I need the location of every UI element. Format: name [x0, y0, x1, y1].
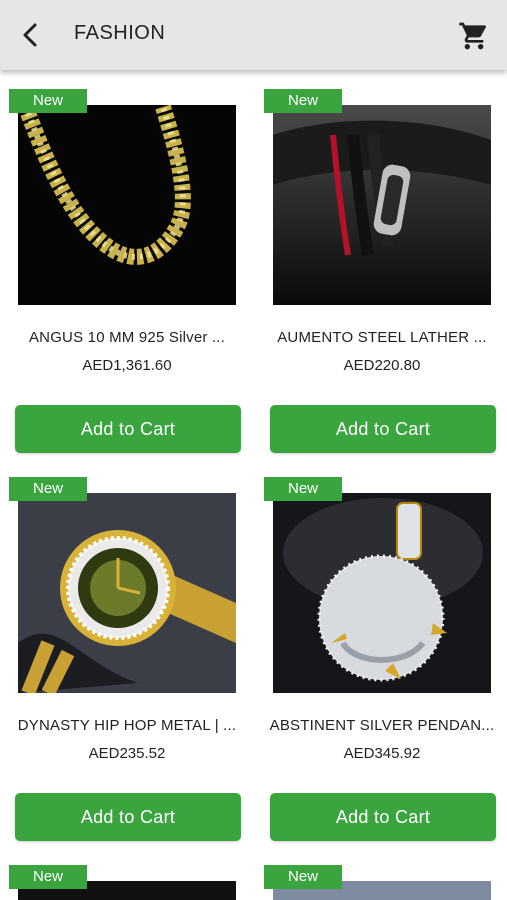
new-badge: New — [264, 89, 342, 113]
new-badge: New — [9, 477, 87, 501]
product-name[interactable]: ANGUS 10 MM 925 Silver ... — [9, 329, 245, 346]
add-to-cart-button[interactable]: Add to Cart — [270, 405, 496, 453]
new-badge: New — [264, 865, 342, 889]
product-name[interactable]: DYNASTY HIP HOP METAL | ... — [9, 717, 245, 734]
app-bar: FASHION — [0, 0, 507, 70]
shopping-cart-icon[interactable] — [458, 20, 490, 52]
new-badge: New — [9, 865, 87, 889]
page-title: FASHION — [74, 22, 166, 44]
product-image-leather-bracelet[interactable] — [273, 105, 491, 305]
new-badge: New — [264, 477, 342, 501]
product-name[interactable]: AUMENTO STEEL LATHER ... — [264, 329, 500, 346]
product-image-gold-chain[interactable] — [18, 105, 236, 305]
product-image-gold-watch[interactable] — [18, 493, 236, 693]
product-card[interactable]: New — [9, 865, 239, 900]
new-badge: New — [9, 89, 87, 113]
product-price: AED235.52 — [88, 745, 166, 762]
back-arrow-icon[interactable] — [16, 21, 44, 49]
product-price: AED220.80 — [343, 357, 421, 374]
product-image-silver-pendant[interactable] — [273, 493, 491, 693]
add-to-cart-button[interactable]: Add to Cart — [270, 793, 496, 841]
add-to-cart-button[interactable]: Add to Cart — [15, 405, 241, 453]
product-price: AED345.92 — [343, 745, 421, 762]
add-to-cart-button[interactable]: Add to Cart — [15, 793, 241, 841]
product-name[interactable]: ABSTINENT SILVER PENDAN... — [264, 717, 500, 734]
product-price: AED1,361.60 — [82, 357, 172, 374]
product-card[interactable]: New — [264, 865, 494, 900]
